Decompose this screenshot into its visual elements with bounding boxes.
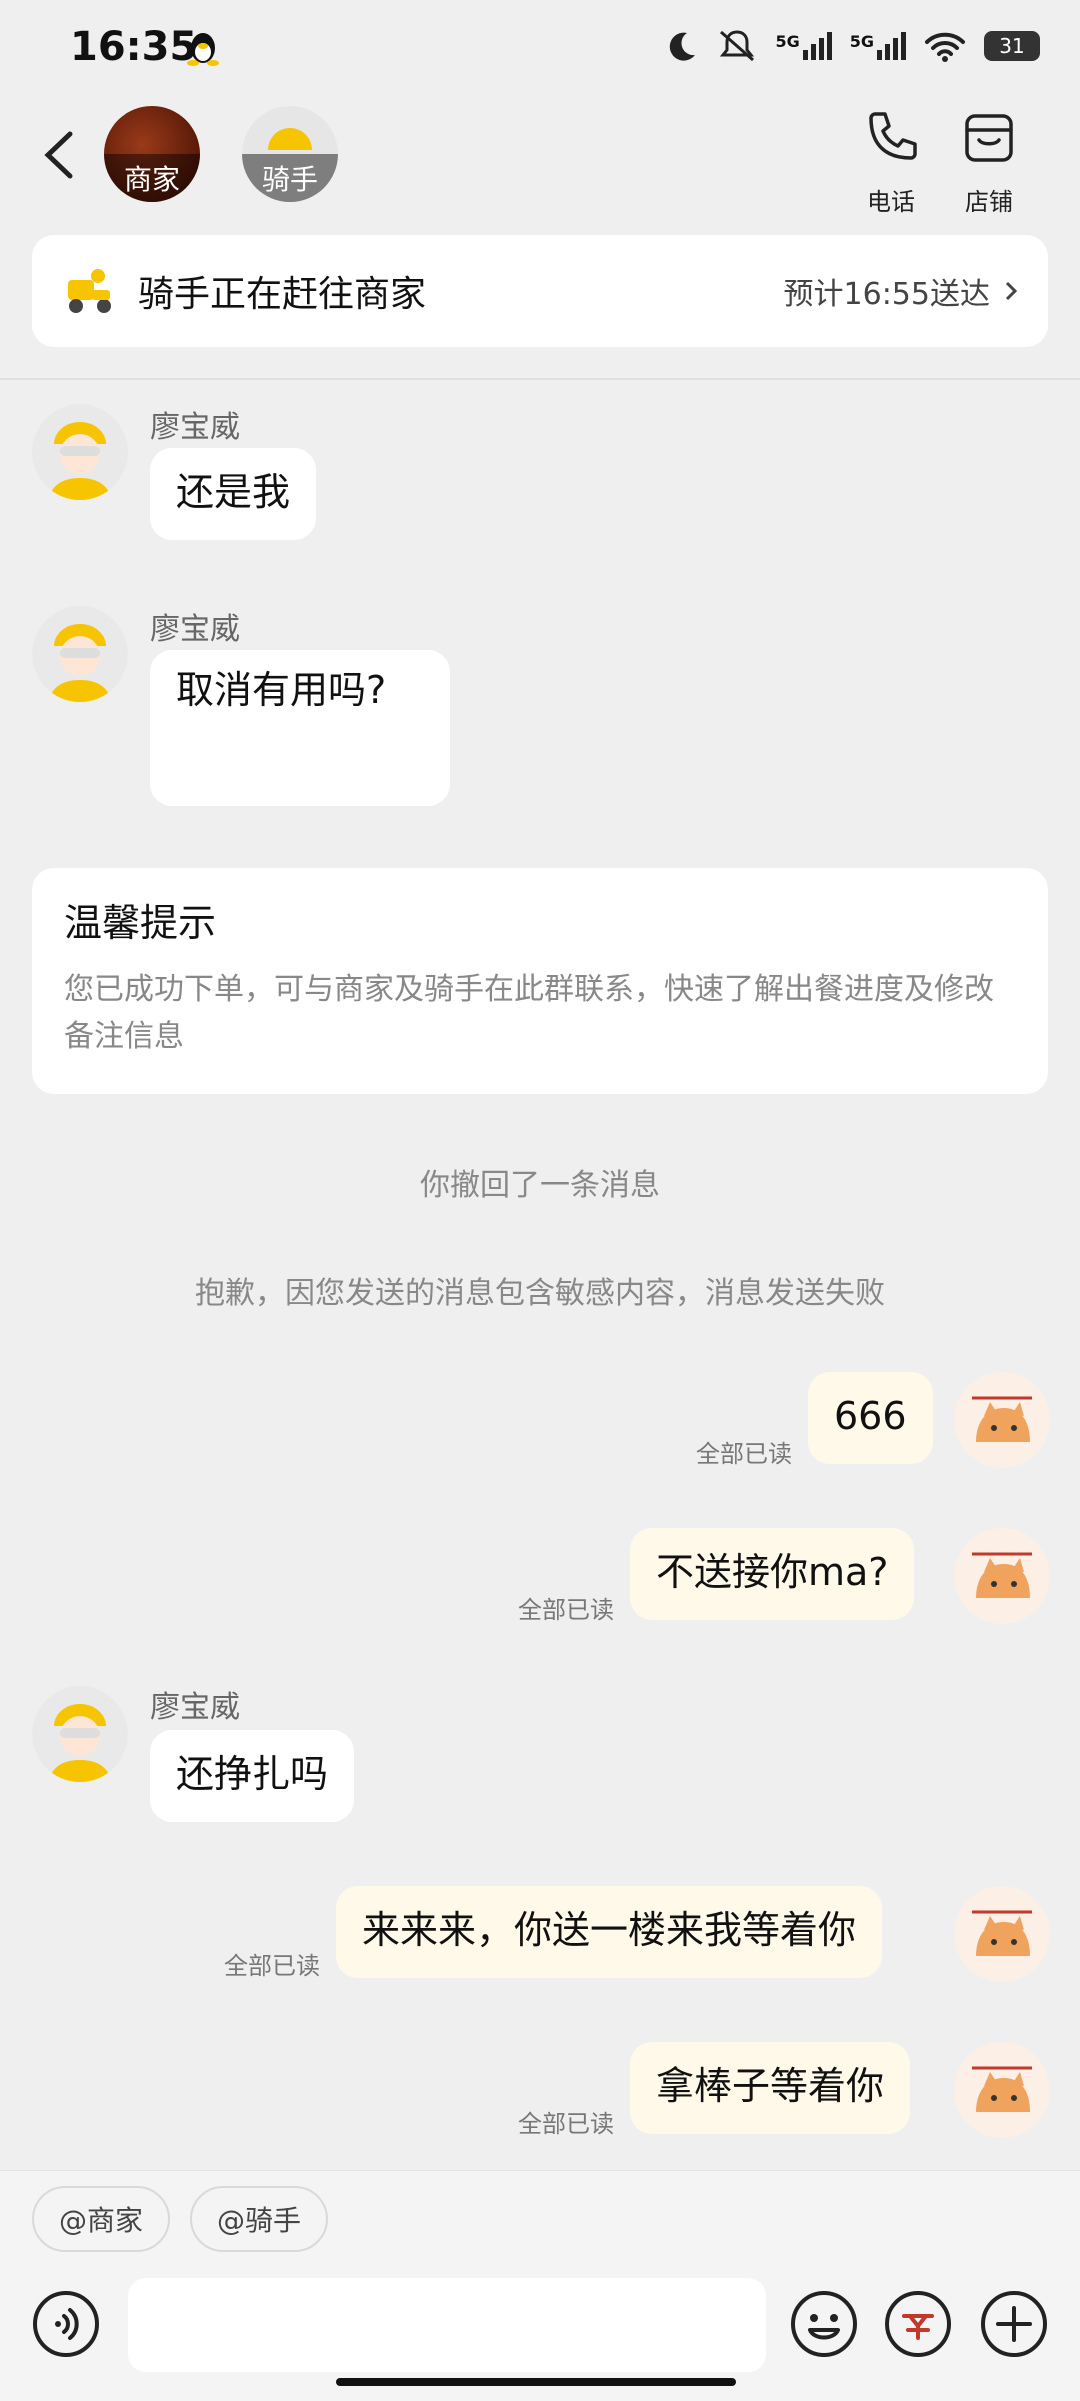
header-divider [0, 378, 1080, 380]
network-type-label: 5G [775, 32, 800, 51]
rider-avatar-icon [32, 404, 128, 500]
my-avatar[interactable] [954, 1886, 1050, 1982]
phone-label: 电话 [867, 188, 915, 216]
chevron-left-icon [44, 131, 73, 179]
tip-title: 温馨提示 [64, 901, 217, 945]
my-avatar[interactable] [954, 1372, 1050, 1468]
message-bubble[interactable]: 还是我 [150, 448, 317, 540]
my-message-bubble[interactable]: 来来来，你送一楼来我等着你 [336, 1886, 883, 1978]
rider-avatar[interactable]: 骑手 [242, 106, 338, 202]
my-avatar[interactable] [954, 2042, 1050, 2138]
recalled-notice: 你撤回了一条消息 [420, 1168, 660, 1203]
signal-icon: 5G [775, 32, 832, 60]
status-icons: 5G 5G 31 [665, 28, 1040, 64]
coupon-icon [885, 2291, 951, 2357]
shop-label: 店铺 [965, 188, 1013, 216]
sender-name: 廖宝威 [150, 612, 240, 647]
read-status: 全部已读 [518, 2110, 614, 2138]
mention-rider-button[interactable]: @骑手 [190, 2186, 328, 2252]
cat-sticker-avatar-icon [954, 1886, 1050, 1982]
merchant-avatar[interactable]: 商家 [104, 106, 200, 202]
rider-chat-avatar[interactable] [32, 1686, 128, 1782]
network-type-label-2: 5G [849, 32, 874, 51]
cat-sticker-avatar-icon [954, 1528, 1050, 1624]
rider-helmet-icon [268, 128, 312, 150]
coupon-button[interactable] [884, 2290, 952, 2358]
moon-icon [670, 32, 696, 61]
message-bubble[interactable]: 取消有用吗? [150, 650, 450, 806]
tip-card: 温馨提示 您已成功下单，可与商家及骑手在此群联系，快速了解出餐进度及修改备注信息 [32, 868, 1048, 1094]
delivery-status-bar[interactable]: 骑手正在赶往商家 预计16:55送达 [32, 235, 1048, 347]
message-input[interactable] [128, 2278, 766, 2372]
phone-icon [869, 112, 917, 160]
my-message-bubble[interactable]: 666 [808, 1372, 933, 1464]
back-button[interactable] [40, 130, 80, 179]
voice-icon [33, 2291, 99, 2357]
message-bubble[interactable]: 还挣扎吗 [150, 1730, 355, 1822]
merchant-label: 商家 [104, 154, 200, 202]
sender-name: 廖宝威 [150, 1690, 240, 1725]
voice-button[interactable] [32, 2290, 100, 2358]
my-message-bubble[interactable]: 不送接你ma? [630, 1528, 915, 1620]
tip-body: 您已成功下单，可与商家及骑手在此群联系，快速了解出餐进度及修改备注信息 [64, 972, 994, 1054]
read-status: 全部已读 [224, 1952, 320, 1980]
my-message-bubble[interactable]: 拿棒子等着你 [630, 2042, 911, 2134]
sender-name: 廖宝威 [150, 410, 240, 445]
read-status: 全部已读 [518, 1596, 614, 1624]
signal-icon-2: 5G [850, 32, 906, 60]
emoji-button[interactable] [790, 2290, 858, 2358]
phone-button[interactable]: 电话 [836, 108, 946, 217]
delivery-eta: 预计16:55送达 [783, 277, 990, 312]
delivery-status-text: 骑手正在赶往商家 [138, 274, 427, 315]
qq-penguin-icon [186, 30, 220, 66]
rider-label: 骑手 [242, 154, 338, 202]
chevron-right-icon [1005, 281, 1018, 301]
delivery-scooter-icon [68, 269, 111, 313]
shop-icon [965, 114, 1013, 162]
wifi-icon [925, 32, 965, 62]
battery-icon: 31 [984, 31, 1040, 61]
status-time: 16:35 [70, 24, 198, 70]
rider-chat-avatar[interactable] [32, 404, 128, 500]
rider-avatar-icon [32, 1686, 128, 1782]
mute-bell-icon [720, 30, 755, 62]
plus-icon [981, 2291, 1047, 2357]
read-status: 全部已读 [696, 1440, 792, 1468]
send-failed-notice: 抱歉，因您发送的消息包含敏感内容，消息发送失败 [195, 1276, 885, 1311]
cat-sticker-avatar-icon [954, 2042, 1050, 2138]
emoji-icon [791, 2291, 857, 2357]
home-indicator[interactable] [336, 2378, 736, 2386]
more-button[interactable] [980, 2290, 1048, 2358]
mention-merchant-button[interactable]: @商家 [32, 2186, 170, 2252]
my-avatar[interactable] [954, 1528, 1050, 1624]
rider-avatar-icon [32, 606, 128, 702]
rider-chat-avatar[interactable] [32, 606, 128, 702]
shop-button[interactable]: 店铺 [934, 108, 1044, 217]
cat-sticker-avatar-icon [954, 1372, 1050, 1468]
